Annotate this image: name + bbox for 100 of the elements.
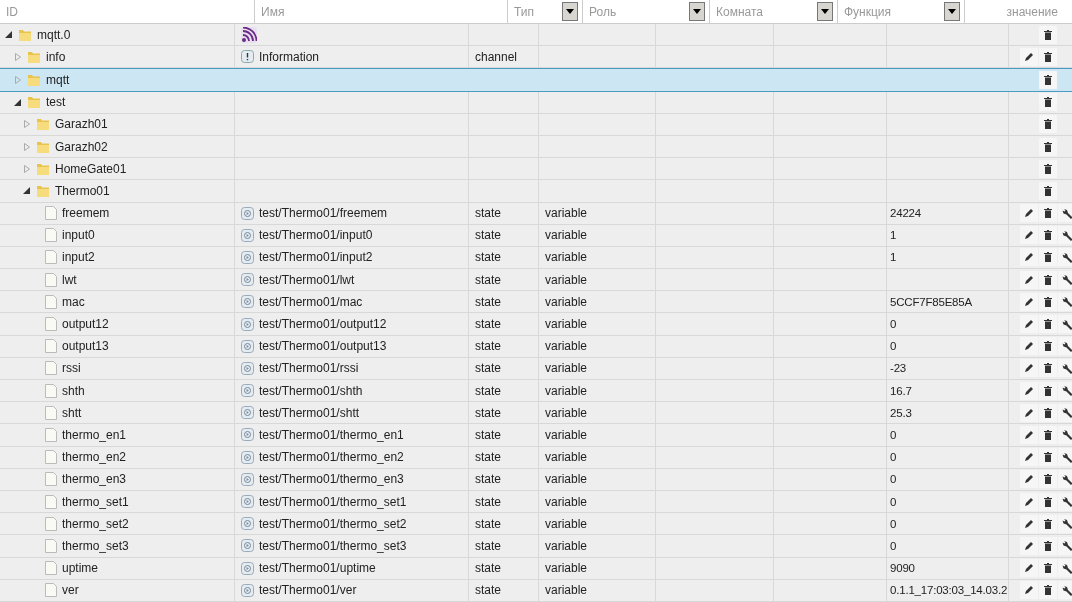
edit-button[interactable]: [1020, 470, 1038, 489]
tree-row[interactable]: uptime test/Thermo01/uptime state variable 9090: [0, 557, 1072, 580]
delete-button[interactable]: [1039, 359, 1057, 378]
delete-button[interactable]: [1039, 204, 1057, 223]
tree-row[interactable]: rssi test/Thermo01/rssi state variable -23: [0, 357, 1072, 380]
delete-button[interactable]: [1039, 536, 1057, 555]
delete-button[interactable]: [1039, 448, 1057, 467]
delete-button[interactable]: [1039, 137, 1057, 156]
settings-button[interactable]: [1058, 359, 1072, 378]
delete-button[interactable]: [1039, 470, 1057, 489]
delete-button[interactable]: [1039, 337, 1057, 356]
delete-button[interactable]: [1039, 47, 1057, 66]
edit-button[interactable]: [1020, 315, 1038, 334]
settings-button[interactable]: [1058, 470, 1072, 489]
edit-button[interactable]: [1020, 403, 1038, 422]
object-id: output13: [62, 339, 109, 354]
settings-button[interactable]: [1058, 292, 1072, 311]
delete-button[interactable]: [1039, 315, 1057, 334]
edit-button[interactable]: [1020, 514, 1038, 533]
state-icon: [241, 228, 254, 242]
settings-button[interactable]: [1058, 514, 1072, 533]
settings-button[interactable]: [1058, 204, 1072, 223]
edit-button[interactable]: [1020, 381, 1038, 400]
tree-row[interactable]: output13 test/Thermo01/output13 state variable 0: [0, 335, 1072, 358]
edit-button[interactable]: [1020, 292, 1038, 311]
delete-button[interactable]: [1039, 514, 1057, 533]
filter-dropdown-button[interactable]: [944, 2, 960, 21]
tree-row[interactable]: output12 test/Thermo01/output12 state variable 0: [0, 313, 1072, 336]
tree-row[interactable]: shth test/Thermo01/shth state variable 16.7: [0, 380, 1072, 403]
edit-button[interactable]: [1020, 226, 1038, 245]
edit-button[interactable]: [1020, 47, 1038, 66]
delete-button[interactable]: [1039, 559, 1057, 578]
edit-button[interactable]: [1020, 559, 1038, 578]
tree-row[interactable]: thermo_en2 test/Thermo01/thermo_en2 state variable 0: [0, 446, 1072, 469]
delete-button[interactable]: [1039, 25, 1057, 44]
tree-row[interactable]: Garazh01: [0, 113, 1072, 136]
delete-button[interactable]: [1039, 270, 1057, 289]
tree-row[interactable]: thermo_en1 test/Thermo01/thermo_en1 state variable 0: [0, 424, 1072, 447]
tree-row[interactable]: mqtt.0: [0, 24, 1072, 47]
tree-row[interactable]: freemem test/Thermo01/freemem state variable 24224: [0, 202, 1072, 225]
delete-button[interactable]: [1039, 115, 1057, 134]
tree-row[interactable]: lwt test/Thermo01/lwt state variable: [0, 269, 1072, 292]
tree-row[interactable]: Thermo01: [0, 180, 1072, 203]
delete-button[interactable]: [1039, 381, 1057, 400]
tree-row[interactable]: shtt test/Thermo01/shtt state variable 25.3: [0, 402, 1072, 425]
settings-button[interactable]: [1058, 381, 1072, 400]
tree-row[interactable]: HomeGate01: [0, 158, 1072, 181]
settings-button[interactable]: [1058, 403, 1072, 422]
edit-button[interactable]: [1020, 359, 1038, 378]
settings-button[interactable]: [1058, 315, 1072, 334]
delete-button[interactable]: [1039, 93, 1057, 112]
edit-button[interactable]: [1020, 492, 1038, 511]
delete-button[interactable]: [1039, 248, 1057, 267]
settings-button[interactable]: [1058, 270, 1072, 289]
tree-row[interactable]: ver test/Thermo01/ver state variable 0.1.1_17:03:03_14.03.2: [0, 579, 1072, 602]
tree-row[interactable]: test: [0, 91, 1072, 114]
edit-button[interactable]: [1020, 536, 1038, 555]
settings-button[interactable]: [1058, 581, 1072, 600]
filter-dropdown-button[interactable]: [562, 2, 578, 21]
delete-button[interactable]: [1039, 492, 1057, 511]
delete-button[interactable]: [1039, 581, 1057, 600]
edit-button[interactable]: [1020, 581, 1038, 600]
settings-button[interactable]: [1058, 448, 1072, 467]
tree-row[interactable]: mqtt: [0, 68, 1072, 92]
settings-button[interactable]: [1058, 337, 1072, 356]
edit-button[interactable]: [1020, 270, 1038, 289]
collapse-icon[interactable]: [13, 97, 22, 107]
tree-row[interactable]: info Information channel: [0, 46, 1072, 69]
edit-button[interactable]: [1020, 448, 1038, 467]
tree-row[interactable]: Garazh02: [0, 135, 1072, 159]
tree-row[interactable]: input0 test/Thermo01/input0 state variable 1: [0, 224, 1072, 247]
tree-row[interactable]: thermo_set1 test/Thermo01/thermo_set1 state variable 0: [0, 490, 1072, 514]
tree-row[interactable]: thermo_en3 test/Thermo01/thermo_en3 state variable 0: [0, 468, 1072, 491]
delete-button[interactable]: [1039, 70, 1057, 89]
edit-button[interactable]: [1020, 204, 1038, 223]
collapse-icon[interactable]: [4, 30, 13, 40]
edit-button[interactable]: [1020, 248, 1038, 267]
delete-button[interactable]: [1039, 403, 1057, 422]
settings-button[interactable]: [1058, 226, 1072, 245]
delete-button[interactable]: [1039, 425, 1057, 444]
settings-button[interactable]: [1058, 536, 1072, 555]
filter-dropdown-button[interactable]: [689, 2, 705, 21]
settings-button[interactable]: [1058, 425, 1072, 444]
delete-button[interactable]: [1039, 292, 1057, 311]
tree-row[interactable]: thermo_set2 test/Thermo01/thermo_set2 state variable 0: [0, 513, 1072, 536]
settings-button[interactable]: [1058, 492, 1072, 511]
state-icon: [241, 539, 254, 553]
settings-button[interactable]: [1058, 559, 1072, 578]
delete-button[interactable]: [1039, 181, 1057, 200]
tree-row[interactable]: thermo_set3 test/Thermo01/thermo_set3 state variable 0: [0, 535, 1072, 558]
tree-row[interactable]: mac test/Thermo01/mac state variable 5CCF7F85E85A: [0, 291, 1072, 314]
edit-button[interactable]: [1020, 425, 1038, 444]
tree-row[interactable]: input2 test/Thermo01/input2 state variable 1: [0, 246, 1072, 270]
settings-button[interactable]: [1058, 248, 1072, 267]
delete-button[interactable]: [1039, 226, 1057, 245]
filter-dropdown-button[interactable]: [817, 2, 833, 21]
delete-button[interactable]: [1039, 159, 1057, 178]
edit-button[interactable]: [1020, 337, 1038, 356]
folder-icon: [36, 117, 50, 132]
collapse-icon[interactable]: [22, 186, 31, 196]
